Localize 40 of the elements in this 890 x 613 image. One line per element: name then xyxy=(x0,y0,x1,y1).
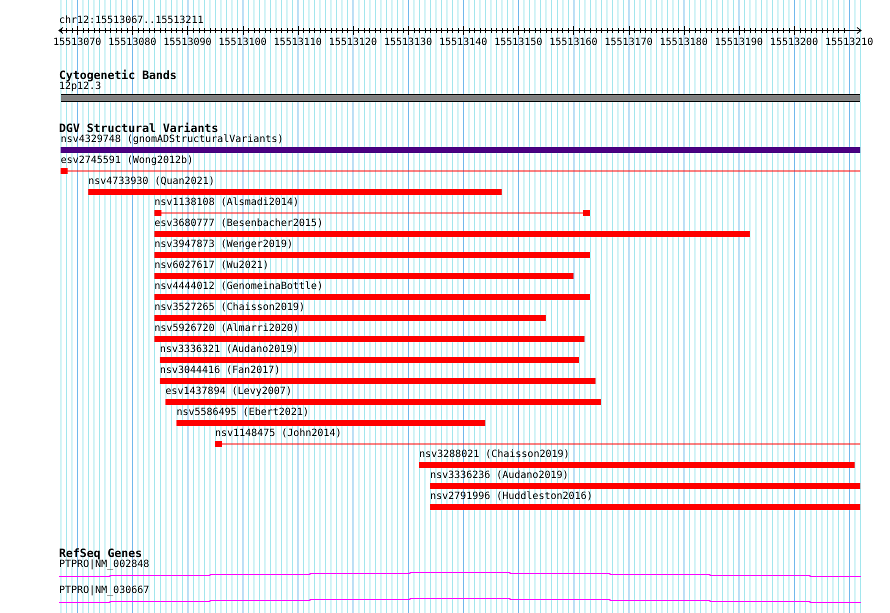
tick-label: 15513200 xyxy=(770,37,818,48)
gene-label: PTPRO|NM_002848 xyxy=(59,559,150,571)
tick-label: 15513100 xyxy=(218,37,267,48)
variant-label: nsv4444012 (GenomeinaBottle) xyxy=(154,281,323,293)
variant-label: nsv5586495 (Ebert2021) xyxy=(176,407,309,419)
variant-label: nsv1138108 (Alsmadi2014) xyxy=(154,197,299,209)
variant-label: esv2745591 (Wong2012b) xyxy=(60,155,194,167)
gene-label: PTPRO|NM_030667 xyxy=(59,585,150,597)
variant-label: nsv5926720 (Almarri2020) xyxy=(154,323,299,335)
tick-label: 15513180 xyxy=(660,37,708,48)
variant-label: nsv1148475 (John2014) xyxy=(215,428,342,440)
variant-label: esv3680777 (Besenbacher2015) xyxy=(154,218,323,230)
tick-label: 15513210 xyxy=(825,37,874,48)
variant-label: esv1437894 (Levy2007) xyxy=(165,386,292,398)
location-label: chr12:15513067..15513211 xyxy=(59,15,204,27)
tick-label: 15513130 xyxy=(384,37,432,48)
tick-label: 15513150 xyxy=(494,37,542,48)
tick-label: 15513070 xyxy=(53,37,102,48)
variant-label: nsv2791996 (Huddleston2016) xyxy=(430,491,593,503)
band-label: 12p12.3 xyxy=(59,81,102,93)
track-title: Cytogenetic Bands xyxy=(59,69,177,81)
tick-label: 15513160 xyxy=(549,37,598,48)
tick-label: 15513170 xyxy=(604,37,653,48)
variant-label: nsv4733930 (Quan2021) xyxy=(88,176,215,188)
variant-label: nsv3947873 (Wenger2019) xyxy=(154,239,293,251)
track-title: DGV Structural Variants xyxy=(59,122,218,134)
tick-label: 15513110 xyxy=(274,37,322,48)
tick-label: 15513080 xyxy=(108,37,156,48)
track-title: RefSeq Genes xyxy=(59,547,142,559)
variant-label: nsv3527265 (Chaisson2019) xyxy=(154,302,305,314)
variant-label: nsv3336236 (Audano2019) xyxy=(430,470,569,482)
variant-label: nsv3288021 (Chaisson2019) xyxy=(419,449,570,461)
tick-label: 15513090 xyxy=(163,37,212,48)
tick-label: 15513140 xyxy=(439,37,488,48)
variant-label: nsv6027617 (Wu2021) xyxy=(154,260,269,272)
variant-label: nsv3044416 (Fan2017) xyxy=(160,365,280,377)
variant-label: nsv3336321 (Audano2019) xyxy=(160,344,298,356)
variant-label: nsv4329748 (gnomADStructuralVariants) xyxy=(60,134,284,146)
tick-label: 15513190 xyxy=(714,37,763,48)
tick-label: 15513120 xyxy=(328,37,377,48)
